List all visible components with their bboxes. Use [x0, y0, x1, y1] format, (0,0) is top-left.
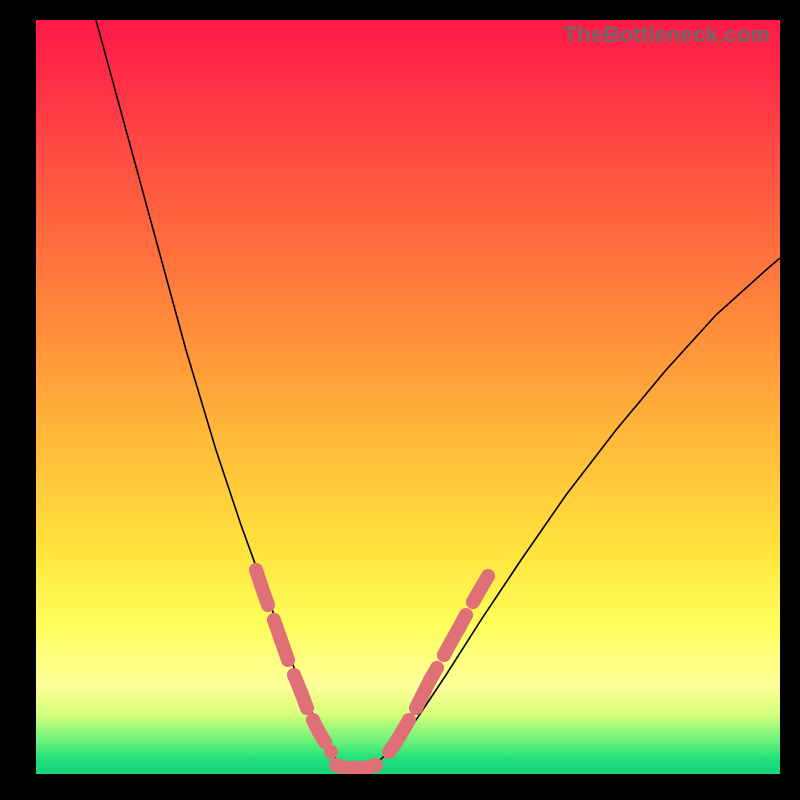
plot-area: TheBottleneck.com [36, 20, 780, 774]
curve-marker-dot [474, 581, 488, 595]
curve-markers [249, 563, 495, 774]
curve-marker-dot [249, 563, 263, 577]
curve-marker-dot [409, 701, 423, 715]
curve-marker-dot [274, 633, 288, 647]
curve-marker-dot [423, 673, 437, 687]
curve-marker-dot [416, 687, 430, 701]
curve-marker-dot [444, 635, 458, 649]
curve-marker-dot [281, 653, 295, 667]
curve-marker-dot [324, 745, 338, 759]
curve-marker-dot [402, 713, 416, 727]
bottleneck-curve-svg [36, 20, 780, 774]
curve-marker-dot [452, 621, 466, 635]
curve-marker-dot [481, 569, 495, 583]
curve-marker-dot [430, 661, 444, 675]
curve-marker-dot [254, 578, 268, 592]
curve-marker-dot [437, 648, 451, 662]
curve-marker-dot [300, 701, 314, 715]
curve-marker-dot [369, 758, 383, 772]
curve-marker-dot [466, 595, 480, 609]
curve-marker-dot [459, 608, 473, 622]
chart-frame: TheBottleneck.com [0, 0, 800, 800]
curve-marker-dot [306, 713, 320, 727]
curve-marker-dot [287, 668, 301, 682]
curve-marker-dot [267, 613, 281, 627]
curve-marker-dot [261, 598, 275, 612]
curve-marker-dot [395, 725, 409, 739]
curve-marker-dot [294, 685, 308, 699]
